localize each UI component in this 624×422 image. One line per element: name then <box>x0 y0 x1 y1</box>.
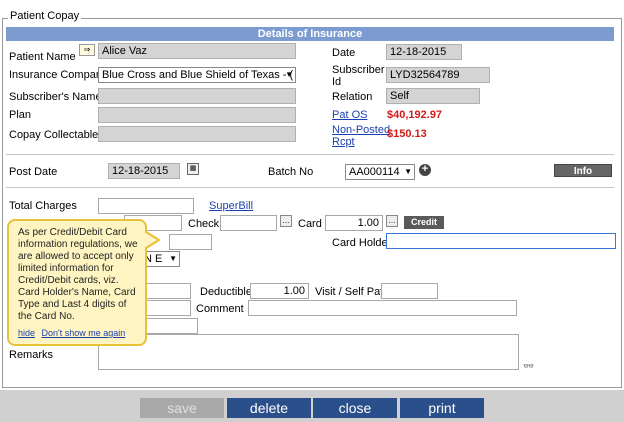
deductible-label: Deductible <box>200 286 252 298</box>
print-button[interactable]: print <box>400 398 484 418</box>
batch-no-select[interactable]: AA000114 ▼ <box>345 164 415 180</box>
card-label: Card <box>298 218 322 230</box>
superbill-link[interactable]: SuperBill <box>209 200 253 212</box>
plan-field <box>98 107 296 123</box>
footer-bar <box>0 390 624 422</box>
save-button[interactable]: save <box>140 398 224 418</box>
chevron-down-icon: ▼ <box>404 167 412 176</box>
info-button[interactable]: Info <box>554 164 612 177</box>
deductible-input[interactable]: 1.00 <box>250 283 309 299</box>
card-lookup-icon[interactable]: … <box>386 215 398 227</box>
pat-os-amount: $40,192.97 <box>387 109 443 121</box>
non-posted-rcpt-link[interactable]: Rcpt <box>332 136 355 148</box>
card-holder-input[interactable] <box>386 233 616 249</box>
patient-copay-page: Patient Copay Details of Insurance Patie… <box>0 0 624 390</box>
close-button[interactable]: close <box>313 398 397 418</box>
comment-input[interactable] <box>248 300 517 316</box>
insurance-company-select[interactable]: Blue Cross and Blue Shield of Texas - ( … <box>98 67 296 83</box>
check-label: Check <box>188 218 220 230</box>
plan-label: Plan <box>9 109 32 121</box>
patient-name-label: Patient Name <box>9 51 76 63</box>
patient-card-icon[interactable]: ⇒ <box>79 44 95 56</box>
delete-button[interactable]: delete <box>227 398 311 418</box>
card-amount-input[interactable]: 1.00 <box>325 215 383 231</box>
details-of-insurance-header: Details of Insurance <box>6 27 614 41</box>
visit-self-pay-label: Visit / Self Pay <box>315 286 386 298</box>
check-lookup-icon[interactable]: … <box>280 215 292 227</box>
credit-button[interactable]: Credit <box>404 216 444 229</box>
card-holder-label: Card Holder <box>332 237 392 249</box>
relation-label: Relation <box>332 91 373 103</box>
divider-top <box>6 154 614 155</box>
non-posted-link[interactable]: Non-Posted <box>332 124 390 136</box>
batch-no-label: Batch No <box>268 166 314 178</box>
subscriber-id-field: LYD32564789 <box>386 67 490 83</box>
subscribers-name-field <box>98 88 296 104</box>
patient-name-field: Alice Vaz <box>98 43 296 59</box>
add-batch-icon[interactable]: + <box>419 164 431 176</box>
partial-input[interactable] <box>169 234 212 250</box>
tooltip-arrow-inner <box>144 232 157 248</box>
tooltip-dont-show-link[interactable]: Don't show me again <box>42 328 126 338</box>
calendar-icon[interactable]: ▦ <box>187 163 199 175</box>
subscribers-name-label: Subscriber's Name <box>9 91 102 103</box>
post-date-field: 12-18-2015 <box>108 163 180 179</box>
card-regulations-tooltip: As per Credit/Debit Card information reg… <box>7 219 147 346</box>
date-field: 12-18-2015 <box>386 44 462 60</box>
comment-label: Comment <box>196 303 244 315</box>
pat-os-link[interactable]: Pat OS <box>332 109 367 121</box>
chevron-down-icon: ▼ <box>285 70 293 79</box>
post-date-label: Post Date <box>9 166 58 178</box>
section-legend: Patient Copay <box>8 10 82 22</box>
insurance-company-label: Insurance Company <box>9 69 108 81</box>
relation-field: Self <box>386 88 480 104</box>
insurance-company-value: Blue Cross and Blue Shield of Texas - ( … <box>102 69 296 81</box>
subscriber-id-label-2: Id <box>332 76 342 88</box>
tooltip-hide-link[interactable]: hide <box>18 328 35 338</box>
tooltip-text: As per Credit/Debit Card information reg… <box>18 227 138 322</box>
batch-no-value: AA000114 <box>349 166 400 178</box>
divider-middle <box>6 187 614 188</box>
coinsurance-input[interactable] <box>140 300 191 316</box>
non-posted-amount: $150.13 <box>387 128 427 140</box>
chevron-down-icon: ▼ <box>169 254 177 263</box>
check-input[interactable] <box>220 215 277 231</box>
binoculars-icon[interactable]: 👓 <box>523 361 535 371</box>
copay-amount-input[interactable] <box>140 283 191 299</box>
date-label: Date <box>332 47 356 59</box>
tooltip-links: hide Don't show me again <box>18 327 139 339</box>
copay-collectable-field <box>98 126 296 142</box>
copay-collectable-label: Copay Collectable <box>9 129 99 141</box>
remarks-label: Remarks <box>9 349 54 361</box>
total-charges-input[interactable] <box>98 198 194 214</box>
remarks-textarea[interactable] <box>98 334 519 370</box>
visit-self-pay-input[interactable] <box>381 283 438 299</box>
total-charges-label: Total Charges <box>9 200 77 212</box>
other-input[interactable] <box>140 318 198 334</box>
